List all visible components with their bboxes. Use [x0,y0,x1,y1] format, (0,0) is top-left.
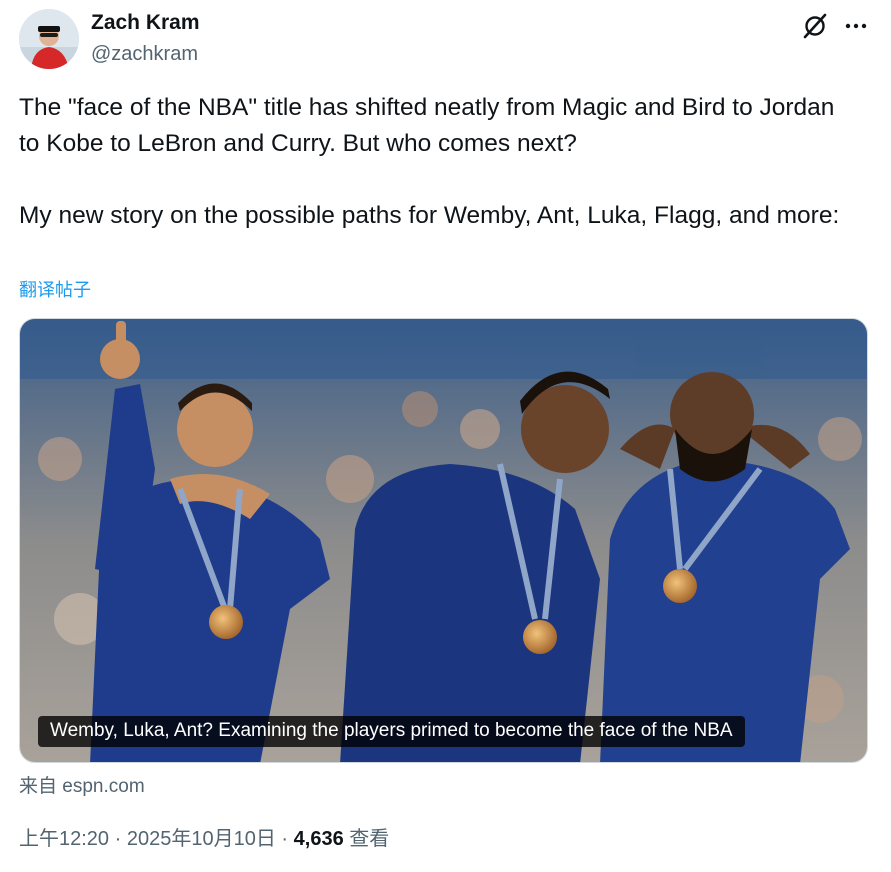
card-image [20,319,867,762]
tweet-text: The "face of the NBA" title has shifted … [19,94,840,229]
tweet-meta: 上午12:20 · 2025年10月10日 · 4,636 查看 [19,822,389,851]
author-handle[interactable]: @zachkram [91,43,198,66]
tweet-date[interactable]: 2025年10月10日 [127,828,276,850]
card-caption: Wemby, Luka, Ant? Examining the players … [38,716,745,747]
meta-separator: · [281,828,289,850]
translate-link[interactable]: 翻译帖子 [19,276,91,302]
card-source[interactable]: 来自 espn.com [19,771,145,798]
author-name[interactable]: Zach Kram [91,11,200,35]
grok-slash-icon[interactable] [801,12,829,40]
more-horizontal-icon[interactable] [841,12,871,40]
avatar-image [19,9,79,69]
meta-separator: · [114,828,122,850]
views-label: 查看 [349,828,390,850]
link-card[interactable]: Wemby, Luka, Ant? Examining the players … [19,318,868,763]
views-count: 4,636 [293,828,344,850]
avatar[interactable] [19,9,79,69]
tweet-time[interactable]: 上午12:20 [19,828,109,850]
